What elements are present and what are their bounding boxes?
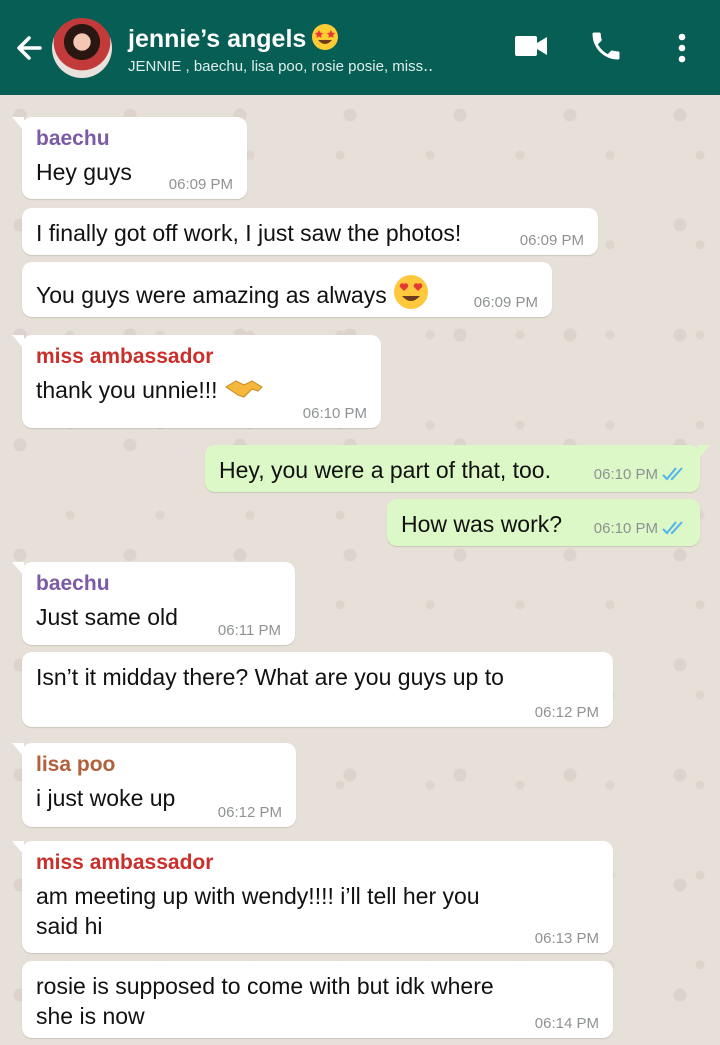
sender-name: lisa poo [36,753,116,776]
message-time: 06:14 PM [534,1015,599,1032]
message-text: I finally got off work, I just saw the p… [36,220,462,246]
message-time: 06:10 PM [302,405,367,422]
message-bubble[interactable]: lisa poo i just woke up 06:12 PM [12,743,296,827]
message-time: 06:12 PM [217,804,282,821]
message-bubble[interactable]: You guys were amazing as always 06:09 PM [22,262,552,317]
message-time: 06:12 PM [534,704,599,721]
message-bubble[interactable]: baechu Hey guys 06:09 PM [12,117,247,199]
message-time: 06:09 PM [519,232,584,249]
message-time: 06:09 PM [473,294,538,311]
group-title-text: jennie’s angels [128,25,307,53]
group-members[interactable]: JENNIE , baechu, lisa poo, rosie posie, … [128,57,433,75]
message-bubble-outgoing[interactable]: Hey, you were a part of that, too. 06:10… [205,445,710,492]
chat-header: jennie’s angels JENNIE , baechu, lisa po… [0,0,720,95]
message-bubble[interactable]: miss ambassador thank you unnie!!! 06:10… [12,335,381,428]
message-text: rosie is supposed to come with but idk w… [36,973,494,1029]
more-options-icon[interactable] [676,33,688,68]
message-text: am meeting up with wendy!!!! i’ll tell h… [36,883,480,939]
sender-name: miss ambassador [36,345,214,368]
message-bubble[interactable]: baechu Just same old 06:11 PM [12,562,295,645]
sender-name: miss ambassador [36,851,214,874]
video-call-icon[interactable] [514,33,548,64]
message-text: You guys were amazing as always [36,282,387,308]
sender-name: baechu [36,572,110,595]
group-title[interactable]: jennie’s angels [128,22,340,54]
back-arrow-icon[interactable] [10,30,48,66]
message-time: 06:09 PM [168,176,233,193]
voice-call-icon[interactable] [588,28,624,69]
message-bubble[interactable]: rosie is supposed to come with but idk w… [22,961,613,1038]
message-time: 06:11 PM [217,622,281,639]
sender-name: baechu [36,127,110,150]
message-bubble[interactable]: I finally got off work, I just saw the p… [22,208,598,255]
message-bubble-outgoing[interactable]: How was work? 06:10 PM [387,499,700,546]
message-time: 06:13 PM [534,930,599,947]
read-receipt-icon [662,520,686,540]
group-avatar[interactable] [52,18,112,78]
read-receipt-icon [662,466,686,486]
message-text: Isn’t it midday there? What are you guys… [36,664,504,690]
heart-eyes-emoji-icon [393,274,429,317]
star-struck-emoji-icon [310,22,340,52]
message-time: 06:10 PM [593,520,658,537]
message-text: thank you unnie!!! [36,377,218,403]
message-time: 06:10 PM [593,466,658,483]
message-list[interactable]: baechu Hey guys 06:09 PM I finally got o… [0,95,720,1045]
message-bubble[interactable]: miss ambassador am meeting up with wendy… [12,841,613,953]
message-bubble[interactable]: Isn’t it midday there? What are you guys… [22,652,613,727]
handshake-emoji-icon [224,375,264,412]
